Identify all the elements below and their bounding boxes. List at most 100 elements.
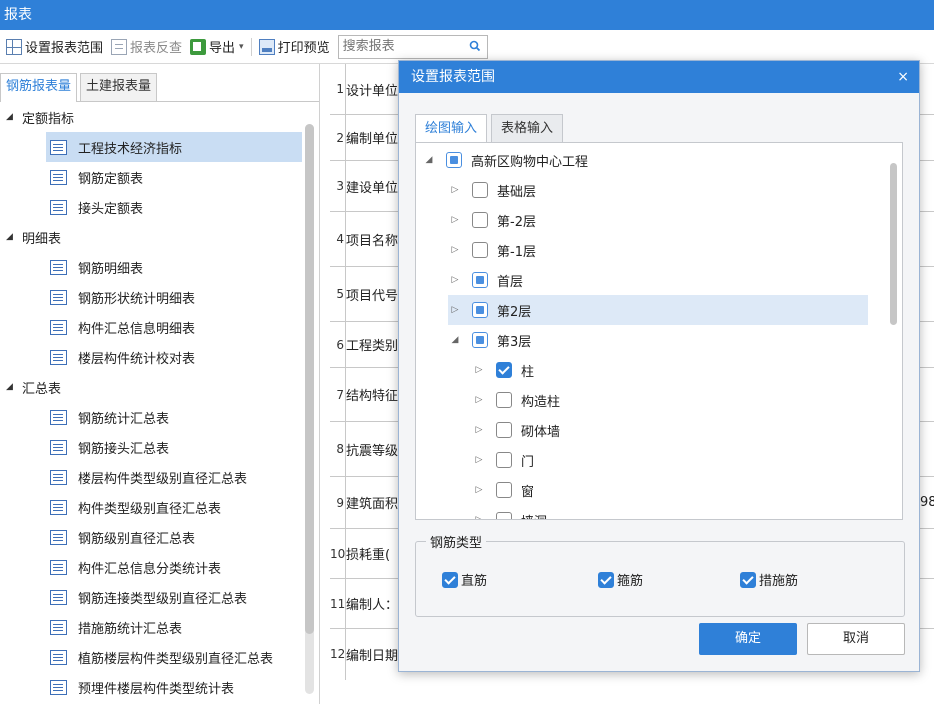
tree-item[interactable]: 措施筋统计汇总表 — [0, 612, 319, 642]
expand-icon[interactable]: ▷ — [472, 515, 486, 519]
export-label: 导出 — [209, 41, 236, 56]
expand-icon[interactable]: ▷ — [448, 275, 462, 285]
stirrup-checkbox[interactable]: 箍筋 — [598, 570, 643, 589]
tree-item[interactable]: 钢筋接头汇总表 — [0, 432, 319, 462]
tree-item[interactable]: 构件汇总信息分类统计表 — [0, 552, 319, 582]
expand-icon[interactable]: ▷ — [472, 455, 486, 465]
row-number: 6 — [336, 337, 344, 352]
tree-node[interactable]: ▷ 首层 — [448, 265, 523, 295]
tree-item[interactable]: 构件汇总信息明细表 — [0, 312, 319, 342]
tree-item[interactable]: 工程技术经济指标 — [46, 132, 302, 162]
grid-cell-label: 抗震等级 — [346, 443, 399, 459]
print-preview-label: 打印预览 — [277, 41, 330, 56]
checkbox[interactable] — [472, 302, 488, 318]
tree-item[interactable]: 钢筋级别直径汇总表 — [0, 522, 319, 552]
checkbox[interactable] — [446, 152, 462, 168]
report-icon — [50, 469, 67, 485]
caret-down-icon[interactable]: ◢ — [6, 112, 22, 122]
row-number: 7 — [336, 387, 344, 402]
tree-node-label: 砌体墙 — [521, 424, 561, 440]
tree-item[interactable]: 钢筋定额表 — [0, 162, 319, 192]
tree-node[interactable]: ▷ 砌体墙 — [472, 415, 560, 445]
tree-node[interactable]: ▷ 第-2层 — [448, 205, 536, 235]
collapse-icon[interactable]: ◢ — [448, 335, 462, 345]
grid-divider — [345, 64, 346, 680]
close-icon[interactable]: × — [897, 61, 909, 93]
tab-drawing-input[interactable]: 绘图输入 — [415, 114, 488, 142]
tree-group[interactable]: ◢ 明细表 — [0, 222, 319, 252]
checkbox[interactable] — [496, 452, 512, 468]
search-input[interactable] — [338, 35, 467, 58]
tree-node[interactable]: ▷ 门 — [472, 445, 534, 475]
tree-node[interactable]: ◢ 第3层 — [448, 325, 531, 355]
search-icon[interactable] — [469, 40, 481, 52]
tree-item[interactable]: 接头定额表 — [0, 192, 319, 222]
checkbox[interactable] — [442, 571, 458, 588]
tree-item-label: 构件类型级别直径汇总表 — [78, 501, 222, 517]
report-icon — [50, 169, 67, 185]
checkbox[interactable] — [496, 362, 512, 378]
checkbox[interactable] — [496, 422, 512, 438]
tree-node-label: 第2层 — [497, 304, 532, 320]
set-report-range-button[interactable]: 设置报表范围 — [2, 35, 107, 59]
expand-icon[interactable]: ▷ — [472, 485, 486, 495]
export-button[interactable]: 导出 ▾ — [186, 35, 248, 59]
checkbox[interactable] — [496, 512, 512, 519]
grid-cell-label: 编制人： — [346, 598, 399, 613]
caret-down-icon[interactable]: ◢ — [6, 232, 22, 242]
checkbox[interactable] — [496, 392, 512, 408]
checkbox[interactable] — [496, 482, 512, 498]
tab-rebar-report[interactable]: 钢筋报表量 — [0, 73, 78, 102]
tree-node[interactable]: ▷ 第2层 — [448, 295, 868, 325]
tree-node[interactable]: ▷ 第-1层 — [448, 235, 536, 265]
tree-item[interactable]: 钢筋明细表 — [0, 252, 319, 282]
print-preview-button[interactable]: 打印预览 — [255, 35, 334, 59]
tab-table-input[interactable]: 表格输入 — [491, 114, 564, 142]
reverse-check-button[interactable]: 报表反查 — [107, 35, 186, 59]
expand-icon[interactable]: ▷ — [472, 395, 486, 405]
search-box — [337, 34, 488, 59]
tree-item[interactable]: 构件类型级别直径汇总表 — [0, 492, 319, 522]
cancel-button[interactable]: 取消 — [807, 623, 905, 655]
tree-group[interactable]: ◢ 定额指标 — [0, 102, 319, 132]
report-icon — [50, 289, 67, 305]
print-preview-icon — [258, 38, 275, 55]
confirm-button[interactable]: 确定 — [699, 623, 797, 655]
tree-item[interactable]: 预埋件楼层构件类型统计表 — [0, 672, 319, 702]
checkbox[interactable] — [598, 571, 614, 588]
collapse-icon[interactable]: ◢ — [422, 155, 436, 165]
scrollbar-thumb[interactable] — [305, 124, 314, 634]
tree-node[interactable]: ▷ 构造柱 — [472, 385, 560, 415]
tree-item[interactable]: 楼层构件类型级别直径汇总表 — [0, 462, 319, 492]
tree-node[interactable]: ▷ 墙洞 — [472, 505, 547, 519]
grid-cell-label: 工程类别 — [346, 339, 399, 354]
scrollbar-thumb[interactable] — [890, 163, 897, 325]
checkbox[interactable] — [472, 332, 488, 348]
tree-node[interactable]: ◢ 高新区购物中心工程 — [422, 145, 588, 175]
tree-group[interactable]: ◢ 汇总表 — [0, 372, 319, 402]
tree-item[interactable]: 钢筋统计汇总表 — [0, 402, 319, 432]
expand-icon[interactable]: ▷ — [448, 245, 462, 255]
tree-node[interactable]: ▷ 柱 — [472, 355, 534, 385]
expand-icon[interactable]: ▷ — [448, 215, 462, 225]
tree-item[interactable]: 植筋楼层构件类型级别直径汇总表 — [0, 642, 319, 672]
checkbox[interactable] — [472, 182, 488, 198]
checkbox[interactable] — [472, 212, 488, 228]
measure-bar-checkbox[interactable]: 措施筋 — [740, 570, 798, 589]
checkbox[interactable] — [740, 571, 756, 588]
tree-item[interactable]: 钢筋连接类型级别直径汇总表 — [0, 582, 319, 612]
straight-bar-checkbox[interactable]: 直筋 — [442, 570, 487, 589]
tab-civil-report[interactable]: 土建报表量 — [80, 73, 158, 101]
expand-icon[interactable]: ▷ — [472, 425, 486, 435]
expand-icon[interactable]: ▷ — [472, 365, 486, 375]
tree-item[interactable]: 钢筋形状统计明细表 — [0, 282, 319, 312]
expand-icon[interactable]: ▷ — [448, 185, 462, 195]
tree-item[interactable]: 楼层构件统计校对表 — [0, 342, 319, 372]
tree-node[interactable]: ▷ 窗 — [472, 475, 534, 505]
tree-node[interactable]: ▷ 基础层 — [448, 175, 536, 205]
caret-down-icon[interactable]: ◢ — [6, 382, 22, 392]
tree-node-label: 高新区购物中心工程 — [471, 154, 589, 170]
checkbox[interactable] — [472, 272, 488, 288]
checkbox[interactable] — [472, 242, 488, 258]
expand-icon[interactable]: ▷ — [448, 305, 462, 315]
